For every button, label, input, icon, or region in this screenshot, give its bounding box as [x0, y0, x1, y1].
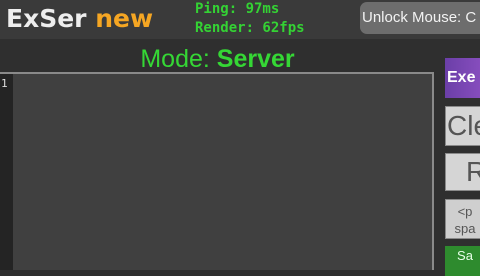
performance-stats: Ping: 97ms Render: 62fps — [195, 0, 305, 38]
render-fps-readout: Render: 62fps — [195, 20, 305, 36]
mode-indicator: Mode: Server — [0, 44, 435, 74]
snippet-label-line1: <p — [457, 204, 473, 219]
ping-readout: Ping: 97ms — [195, 1, 280, 17]
clear-button[interactable]: Cle — [445, 106, 480, 146]
mode-value: Server — [216, 45, 295, 73]
logo-main-text: ExSer — [6, 4, 87, 33]
logo-accent-text: new — [95, 4, 154, 33]
line-number-gutter: 1 — [0, 74, 13, 270]
top-bar: ExSer new Ping: 97ms Render: 62fps Unloc… — [0, 0, 480, 39]
mode-label: Mode: — [140, 45, 210, 73]
snippet-label-line2: spa — [454, 221, 476, 236]
line-number: 1 — [1, 77, 8, 90]
save-button[interactable]: Sa — [445, 246, 480, 276]
execute-button[interactable]: Exe — [445, 58, 480, 98]
unlock-mouse-button[interactable]: Unlock Mouse: C — [360, 2, 480, 34]
code-editor[interactable]: 1 — [0, 72, 434, 270]
r-button[interactable]: R — [445, 153, 480, 191]
snippet-button[interactable]: <p spa — [445, 199, 480, 239]
app-logo: ExSer new — [6, 4, 153, 34]
